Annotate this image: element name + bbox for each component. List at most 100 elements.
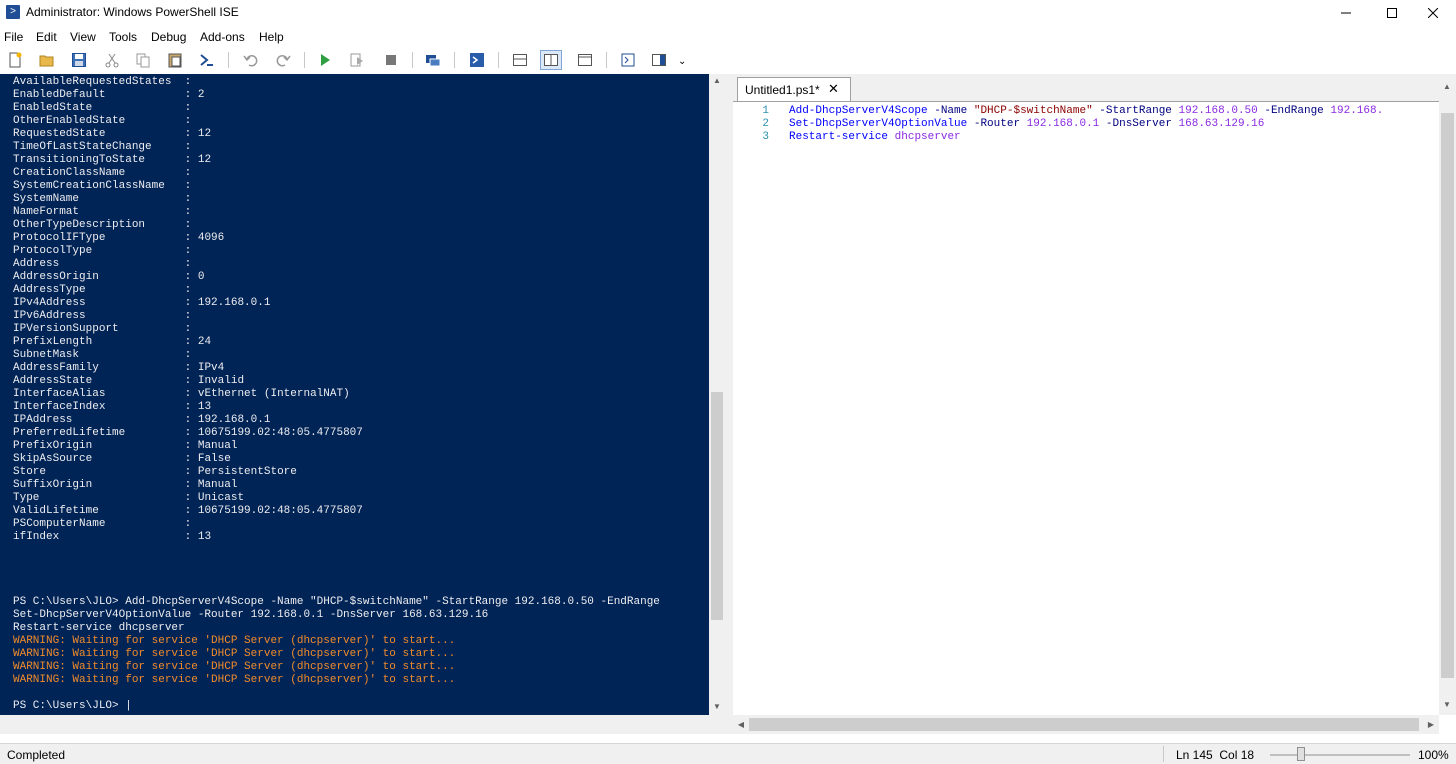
cut-icon [105, 53, 119, 68]
zoom-slider-thumb[interactable] [1297, 747, 1305, 761]
powershell-icon [200, 54, 213, 66]
tab-close-icon[interactable]: ✕ [828, 81, 839, 97]
menu-view[interactable]: View [70, 30, 96, 44]
show-script-pane-right-button[interactable] [540, 50, 562, 70]
editor-horizontal-scrollbar[interactable]: ◀ ▶ [733, 715, 1439, 734]
menu-debug[interactable]: Debug [151, 30, 186, 44]
property-name: SystemCreationClassName [13, 180, 185, 192]
console-output: AvailableRequestedStates : EnabledDefaul… [13, 76, 660, 712]
console-horizontal-scrollbar[interactable] [0, 715, 725, 734]
show-script-pane-right-icon [544, 54, 558, 66]
status-text: Completed [7, 748, 66, 762]
minimize-button[interactable] [1323, 0, 1369, 26]
property-name: SuffixOrigin [13, 479, 185, 491]
show-command-addon-icon [652, 54, 666, 66]
undo-icon [243, 55, 258, 67]
property-value: IPv4 [191, 362, 225, 374]
paste-button[interactable] [164, 50, 186, 70]
editor-scroll-thumb[interactable] [1441, 113, 1454, 678]
code-token: Set-DhcpServerV4OptionValue [789, 118, 968, 130]
line-number-gutter: 1 2 3 [733, 105, 769, 144]
show-command-addon-button[interactable] [648, 50, 670, 70]
stop-button[interactable] [380, 50, 402, 70]
code-token: -EndRange [1264, 105, 1324, 117]
menu-help[interactable]: Help [259, 30, 284, 44]
start-powershell-exe-button[interactable] [466, 50, 488, 70]
code-token: -StartRange [1099, 105, 1172, 117]
property-name: IPv6Address [13, 310, 185, 322]
console-vertical-scrollbar[interactable]: ▲ ▼ [709, 74, 725, 715]
property-name: IPVersionSupport [13, 323, 185, 335]
show-script-pane-top-button[interactable] [509, 50, 531, 70]
show-command-window-button[interactable] [617, 50, 639, 70]
property-value: 4096 [191, 232, 225, 244]
property-name: IPv4Address [13, 297, 185, 309]
property-value: vEthernet (InternalNAT) [191, 388, 350, 400]
property-name: AvailableRequestedStates [13, 76, 185, 88]
command-line: Restart-service dhcpserver [13, 622, 185, 634]
close-button[interactable] [1410, 0, 1456, 26]
code-line: Restart-service dhcpserver [789, 131, 1383, 144]
scroll-down-arrow-icon[interactable]: ▼ [709, 702, 725, 711]
remote-powershell-button[interactable] [422, 50, 444, 70]
property-name: NameFormat [13, 206, 185, 218]
toolbar-separator [304, 52, 305, 68]
cut-button[interactable] [101, 50, 123, 70]
property-name: TransitioningToState [13, 154, 185, 166]
save-button[interactable] [68, 50, 90, 70]
code-area[interactable]: Add-DhcpServerV4Scope -Name "DHCP-$switc… [789, 105, 1383, 144]
editor-vertical-scrollbar[interactable]: ▲ ▼ [1439, 80, 1456, 715]
scroll-up-arrow-icon[interactable]: ▲ [1439, 82, 1455, 91]
script-editor[interactable]: 1 2 3 Add-DhcpServerV4Scope -Name "DHCP-… [733, 101, 1439, 716]
property-name: Store [13, 466, 185, 478]
new-file-button[interactable] [4, 50, 26, 70]
console-pane[interactable]: AvailableRequestedStates : EnabledDefaul… [0, 74, 709, 715]
line-number: 1 [762, 105, 769, 117]
scroll-left-arrow-icon[interactable]: ◀ [733, 720, 749, 729]
run-script-button[interactable] [314, 50, 336, 70]
redo-button[interactable] [272, 50, 294, 70]
copy-button[interactable] [132, 50, 154, 70]
property-value: 192.168.0.1 [191, 414, 271, 426]
open-button[interactable] [36, 50, 58, 70]
zoom-level: 100% [1418, 748, 1449, 762]
cursor-position: Ln 145 Col 18 [1176, 748, 1255, 762]
zoom-slider[interactable] [1270, 754, 1410, 756]
property-name: ifIndex [13, 531, 185, 543]
toolbar-overflow-icon[interactable]: ⌄ [678, 56, 686, 67]
property-name: AddressType [13, 284, 185, 296]
code-token: dhcpserver [894, 131, 961, 143]
property-value: 2 [191, 89, 205, 101]
menu-add-ons[interactable]: Add-ons [200, 30, 245, 44]
menu-edit[interactable]: Edit [36, 30, 57, 44]
scroll-right-arrow-icon[interactable]: ▶ [1423, 720, 1439, 729]
menu-file[interactable]: File [4, 30, 23, 44]
console-scroll-thumb[interactable] [711, 392, 723, 620]
property-name: TimeOfLastStateChange [13, 141, 185, 153]
powershell-button[interactable] [196, 50, 218, 70]
property-value: 10675199.02:48:05.4775807 [191, 505, 363, 517]
new-file-icon [9, 52, 22, 68]
property-value: 192.168.0.1 [191, 297, 271, 309]
menu-tools[interactable]: Tools [109, 30, 137, 44]
show-script-pane-maximized-button[interactable] [574, 50, 596, 70]
script-tab-strip: Untitled1.ps1* ✕ [733, 74, 1456, 102]
pane-splitter[interactable] [725, 74, 733, 734]
property-value: 10675199.02:48:05.4775807 [191, 427, 363, 439]
property-name: Type [13, 492, 185, 504]
run-selection-button[interactable] [346, 50, 368, 70]
code-token: Add-DhcpServerV4Scope [789, 105, 928, 117]
tab-untitled1[interactable]: Untitled1.ps1* ✕ [737, 77, 851, 102]
editor-hscroll-thumb[interactable] [749, 718, 1419, 731]
scroll-up-arrow-icon[interactable]: ▲ [709, 76, 725, 85]
scroll-down-arrow-icon[interactable]: ▼ [1439, 700, 1455, 709]
undo-button[interactable] [240, 50, 262, 70]
redo-icon [276, 55, 291, 67]
maximize-button[interactable] [1369, 0, 1415, 26]
code-token: 192.168.0.50 [1178, 105, 1258, 117]
property-value: False [191, 453, 231, 465]
property-name: OtherTypeDescription [13, 219, 185, 231]
